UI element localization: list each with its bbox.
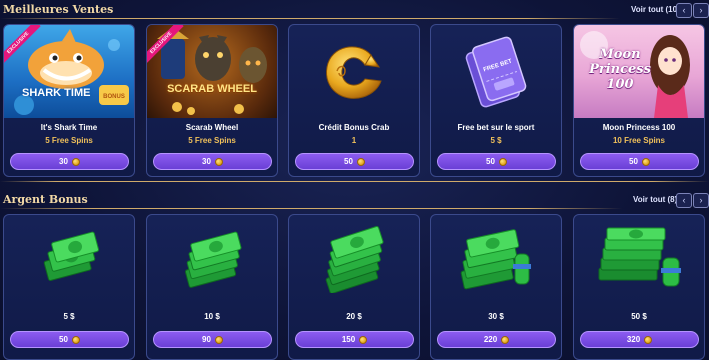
- product-name: It's Shark Time: [40, 123, 98, 132]
- bonus-amount: 30 $: [488, 312, 504, 321]
- game-logo-text: Moon Princess 100: [589, 47, 651, 92]
- price-value: 50: [629, 157, 638, 166]
- ticket-icon: FREE BET: [431, 25, 561, 118]
- section-header: Meilleures Ventes Voir tout (10) ‹ ›: [0, 0, 709, 20]
- buy-button[interactable]: 150: [295, 331, 414, 348]
- view-all-link[interactable]: Voir tout (8): [633, 195, 677, 204]
- cash-stack-icon: [289, 215, 419, 303]
- product-sub: 5 $: [490, 136, 502, 145]
- game-logo-text: SHARK TIME: [22, 87, 91, 99]
- product-card[interactable]: Crédit Bonus Crab 1 50: [288, 24, 420, 177]
- princess-game-icon: Moon Princess 100: [574, 25, 704, 118]
- price-value: 90: [202, 335, 211, 344]
- product-name: Scarab Wheel: [185, 123, 239, 132]
- product-card[interactable]: BONUS SHARK TIME EXCLUSIVE It's Shark Ti…: [3, 24, 135, 177]
- price-value: 50: [59, 335, 68, 344]
- crab-claw-icon: [289, 25, 419, 118]
- coin-icon: [214, 157, 223, 166]
- section-separator: [0, 181, 709, 182]
- product-name: Free bet sur le sport: [457, 123, 535, 132]
- product-card[interactable]: 5 $ 50: [3, 214, 135, 360]
- scarab-game-icon: SCARAB WHEEL EXCLUSIVE: [147, 25, 277, 118]
- product-name: Moon Princess 100: [602, 123, 676, 132]
- prev-arrow-button[interactable]: ‹: [676, 193, 692, 208]
- coin-icon: [501, 335, 510, 344]
- buy-button[interactable]: 220: [437, 331, 556, 348]
- coin-icon: [214, 335, 223, 344]
- section-header: Argent Bonus Voir tout (8) ‹ ›: [0, 190, 709, 210]
- product-card[interactable]: 10 $ 90: [146, 214, 278, 360]
- product-sub: 1: [351, 136, 357, 145]
- coin-icon: [498, 157, 507, 166]
- coin-icon: [359, 335, 368, 344]
- coin-icon: [641, 157, 650, 166]
- product-sub: 10 Free Spins: [612, 136, 666, 145]
- buy-button[interactable]: 320: [580, 331, 699, 348]
- bonus-amount: 20 $: [346, 312, 362, 321]
- shark-game-icon: BONUS SHARK TIME EXCLUSIVE: [4, 25, 134, 118]
- product-card[interactable]: FREE BET Free bet sur le sport 5 $ 50: [430, 24, 562, 177]
- section-divider: [0, 208, 622, 209]
- product-card[interactable]: Moon Princess 100 Moon Princess 100 10 F…: [573, 24, 705, 177]
- price-value: 50: [486, 157, 495, 166]
- section-divider: [0, 18, 620, 19]
- next-arrow-button[interactable]: ›: [693, 3, 709, 18]
- bonus-amount: 10 $: [204, 312, 220, 321]
- section-title: Meilleures Ventes: [3, 3, 114, 16]
- cash-stack-icon: [574, 215, 704, 303]
- product-sub: 5 Free Spins: [188, 136, 236, 145]
- cash-stack-icon: [4, 215, 134, 303]
- bonus-amount: 50 $: [631, 312, 647, 321]
- prev-arrow-button[interactable]: ‹: [676, 3, 692, 18]
- game-logo-text: SCARAB WHEEL: [167, 83, 257, 95]
- price-value: 50: [344, 157, 353, 166]
- svg-text:BONUS: BONUS: [103, 94, 125, 100]
- buy-button[interactable]: 90: [153, 331, 272, 348]
- price-value: 150: [341, 335, 356, 344]
- cash-stack-icon: [147, 215, 277, 303]
- buy-button[interactable]: 30: [10, 153, 129, 170]
- product-card[interactable]: 30 $ 220: [430, 214, 562, 360]
- section-best-sellers: Meilleures Ventes Voir tout (10) ‹ ›: [0, 0, 709, 20]
- product-sub: 5 Free Spins: [45, 136, 93, 145]
- product-card[interactable]: SCARAB WHEEL EXCLUSIVE Scarab Wheel 5 Fr…: [146, 24, 278, 177]
- cash-stack-icon: [431, 215, 561, 303]
- price-value: 220: [483, 335, 498, 344]
- coin-icon: [356, 157, 365, 166]
- coin-icon: [644, 335, 653, 344]
- buy-button[interactable]: 50: [437, 153, 556, 170]
- buy-button[interactable]: 50: [10, 331, 129, 348]
- product-card[interactable]: 50 $ 320: [573, 214, 705, 360]
- price-value: 30: [202, 157, 211, 166]
- view-all-link[interactable]: Voir tout (10): [631, 5, 680, 14]
- price-value: 320: [626, 335, 641, 344]
- product-name: Crédit Bonus Crab: [318, 123, 390, 132]
- next-arrow-button[interactable]: ›: [693, 193, 709, 208]
- section-title: Argent Bonus: [3, 193, 88, 206]
- buy-button[interactable]: 50: [580, 153, 699, 170]
- coin-icon: [71, 157, 80, 166]
- section-bonus-money: Argent Bonus Voir tout (8) ‹ ›: [0, 190, 709, 210]
- product-card[interactable]: 20 $ 150: [288, 214, 420, 360]
- buy-button[interactable]: 30: [153, 153, 272, 170]
- bonus-amount: 5 $: [63, 312, 75, 321]
- buy-button[interactable]: 50: [295, 153, 414, 170]
- coin-icon: [71, 335, 80, 344]
- price-value: 30: [59, 157, 68, 166]
